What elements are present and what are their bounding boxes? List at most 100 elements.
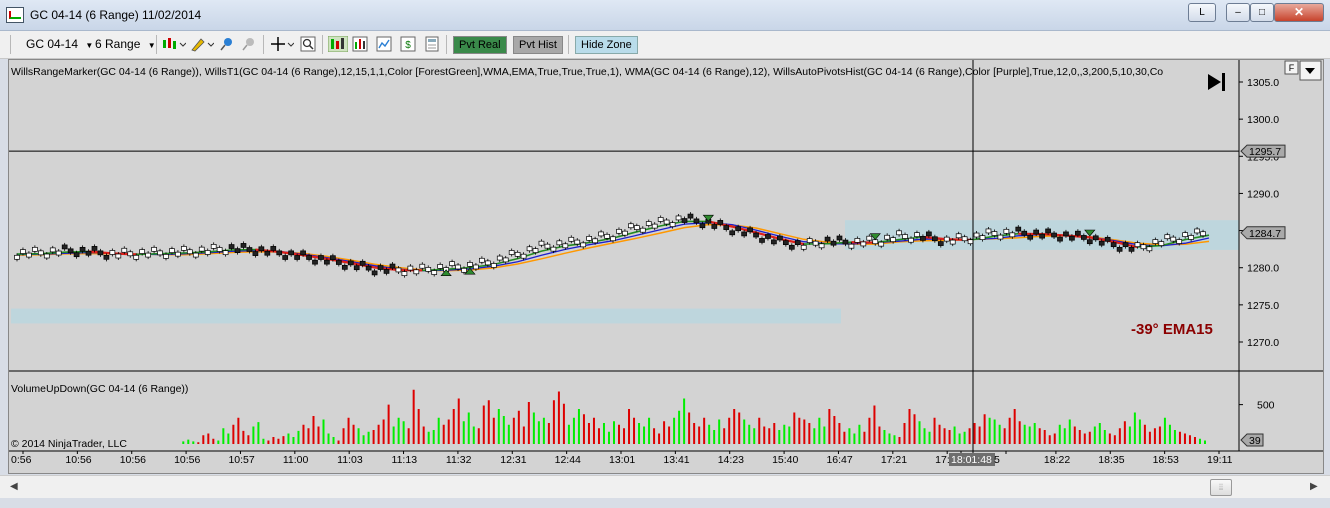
price-bar	[115, 253, 122, 259]
pvt-hist-button[interactable]: Pvt Hist	[513, 36, 563, 54]
pencil-draw-icon[interactable]	[190, 36, 214, 52]
volume-bar	[1113, 435, 1116, 444]
scroll-thumb[interactable]: ⦙⦙	[1210, 479, 1232, 496]
volume-bar	[467, 412, 470, 444]
pin-add-icon[interactable]	[219, 36, 235, 52]
toolbar-separator	[568, 35, 569, 54]
price-bar	[145, 252, 151, 258]
price-bar	[633, 225, 640, 230]
volume-bar	[222, 428, 225, 444]
copyright-text: © 2014 NinjaTrader, LLC	[11, 438, 127, 450]
price-bar	[270, 246, 277, 251]
volume-bar	[237, 417, 240, 444]
price-bar	[306, 255, 312, 260]
volume-bar	[778, 430, 781, 444]
templates-icon[interactable]	[424, 36, 440, 52]
volume-bar	[818, 417, 821, 444]
interval-selector[interactable]: 6 Range ▼	[95, 35, 156, 53]
price-bar	[163, 254, 169, 259]
volume-bar	[1073, 426, 1076, 444]
toolbar-separator	[156, 35, 157, 54]
volume-bar	[803, 419, 806, 444]
strategies-icon[interactable]	[352, 36, 368, 52]
price-bar	[330, 255, 336, 261]
minimize-button[interactable]: –	[1226, 3, 1250, 22]
price-bar	[1140, 244, 1147, 250]
indicators-icon[interactable]	[328, 36, 348, 52]
f-button[interactable]: F	[1289, 63, 1295, 73]
price-bar	[580, 242, 587, 248]
crosshair-icon[interactable]	[270, 36, 294, 52]
chart-properties-icon[interactable]	[376, 36, 392, 52]
price-bar	[1051, 232, 1057, 238]
scroll-left-icon[interactable]: ◀	[10, 481, 18, 492]
price-chart[interactable]: 1305.01300.01295.01290.01285.01280.01275…	[9, 60, 1323, 473]
data-box-icon[interactable]: $	[400, 36, 416, 52]
price-bar	[663, 219, 670, 225]
volume-bar	[227, 433, 230, 444]
price-bar	[234, 248, 241, 253]
price-bar	[109, 250, 116, 255]
volume-bar	[1003, 428, 1006, 444]
volume-bar	[1203, 440, 1206, 444]
volume-bar	[768, 428, 771, 444]
price-bar	[729, 230, 736, 236]
price-bar	[97, 250, 104, 256]
price-bar	[622, 230, 628, 236]
volume-bar	[197, 442, 200, 444]
maximize-button[interactable]: □	[1250, 3, 1274, 22]
price-bar	[157, 250, 163, 256]
volume-bar	[192, 441, 195, 444]
price-bar	[228, 244, 235, 249]
price-bar	[1110, 242, 1117, 248]
close-button[interactable]: ✕	[1274, 3, 1324, 22]
zoom-icon[interactable]	[300, 36, 316, 52]
title-bar: GC 04-14 (6 Range) 11/02/2014 L – □ ✕	[0, 0, 1330, 31]
volume-bar	[372, 430, 375, 444]
price-bar	[735, 226, 742, 232]
volume-bar	[788, 426, 791, 444]
volume-bar	[262, 438, 265, 444]
volume-bar	[362, 435, 365, 444]
chart-panel[interactable]: 1305.01300.01295.01290.01285.01280.01275…	[8, 59, 1324, 474]
hide-zone-button[interactable]: Hide Zone	[575, 36, 638, 54]
volume-bar	[427, 431, 430, 444]
volume-bar	[913, 414, 916, 444]
bar-style-icon[interactable]	[162, 36, 186, 52]
time-label: 14:23	[718, 454, 744, 466]
horizontal-scrollbar[interactable]: ◀ ⦙⦙ ▶	[0, 475, 1330, 498]
volume-bar	[868, 417, 871, 444]
price-bar	[61, 244, 68, 250]
pin-remove-icon[interactable]	[241, 36, 257, 52]
price-bar	[544, 243, 551, 249]
link-button[interactable]: L	[1188, 3, 1216, 22]
price-bar	[860, 241, 867, 247]
price-bar	[55, 250, 62, 256]
time-label: 15:40	[772, 454, 798, 466]
price-bar	[1098, 240, 1105, 246]
pvt-real-button[interactable]: Pvt Real	[453, 36, 507, 54]
instrument-selector[interactable]: GC 04-14 ▼	[26, 35, 93, 53]
price-bar	[1039, 233, 1045, 239]
volume-indicator-label: VolumeUpDown(GC 04-14 (6 Range))	[11, 383, 188, 395]
price-bar	[91, 246, 98, 251]
volume-bar	[392, 426, 395, 444]
price-bar	[300, 250, 306, 256]
time-label: 13:01	[609, 454, 635, 466]
price-bar	[806, 238, 813, 243]
price-bar	[222, 250, 229, 256]
volume-bar	[743, 419, 746, 444]
price-bar	[133, 254, 140, 260]
price-bar	[598, 231, 604, 237]
toolbar-grip	[10, 35, 11, 54]
price-bar	[461, 267, 467, 273]
volume-bar	[953, 426, 956, 444]
scroll-right-icon[interactable]: ▶	[1310, 481, 1318, 492]
volume-bar	[272, 437, 275, 444]
price-bar	[955, 233, 962, 239]
volume-bar	[407, 428, 410, 444]
window-bottom-border	[0, 498, 1330, 508]
volume-bar	[327, 433, 330, 444]
price-bar	[824, 236, 831, 242]
volume-bar	[587, 423, 590, 444]
